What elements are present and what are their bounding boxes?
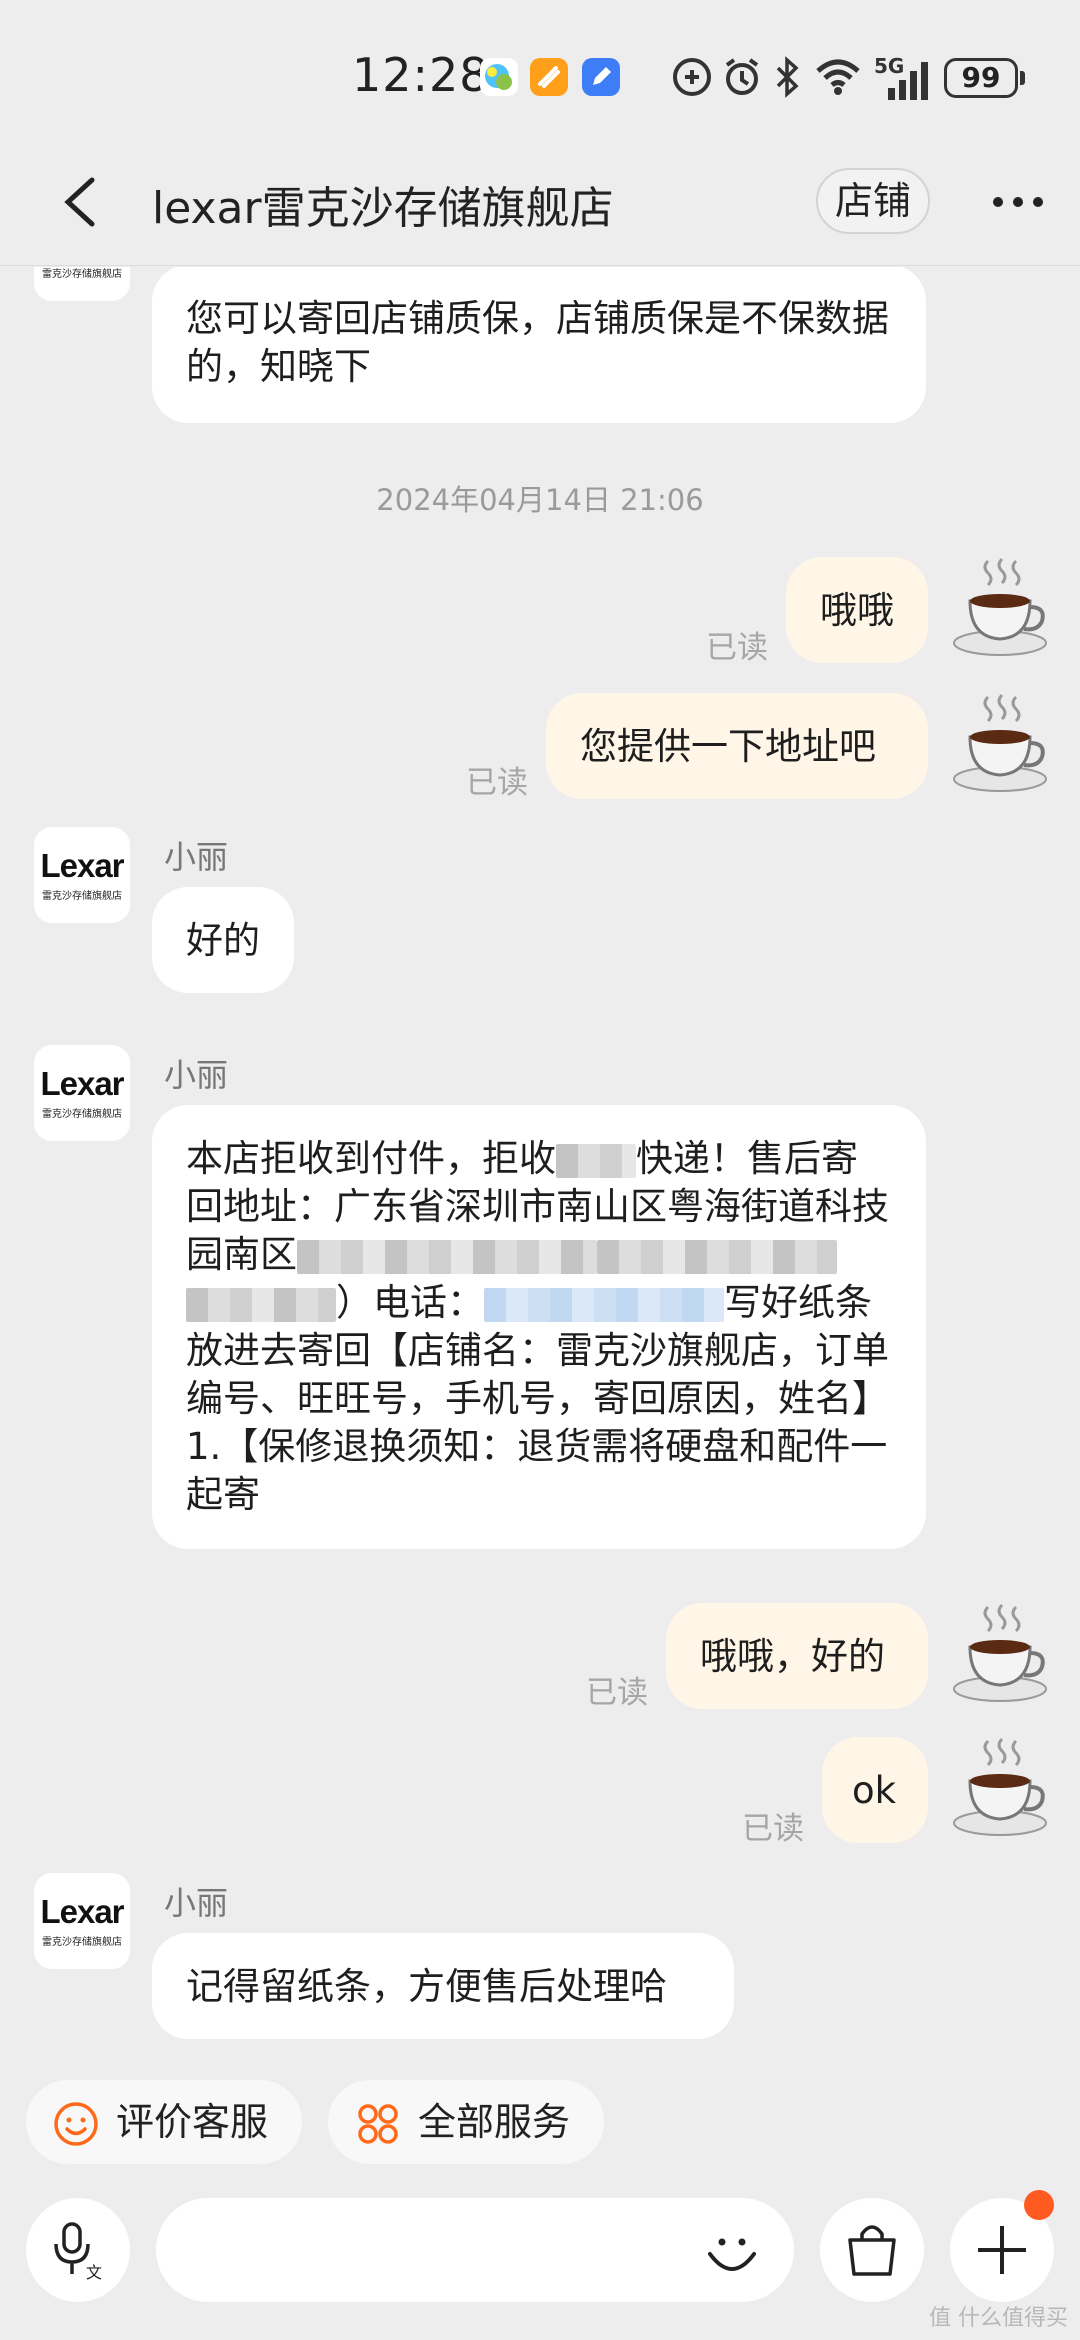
- plus-icon: [978, 2226, 1026, 2274]
- my-message-bubble[interactable]: 您提供一下地址吧: [546, 693, 928, 799]
- lexar-logo: Lexar: [40, 1065, 124, 1102]
- user-avatar-coffee-icon[interactable]: [948, 1735, 1052, 1839]
- message-input-bar: 文 值 什么值得买: [0, 2190, 1080, 2340]
- all-services-label: 全部服务: [418, 2100, 571, 2144]
- user-avatar-coffee-icon[interactable]: [948, 691, 1052, 795]
- message-bubble[interactable]: 好的: [152, 887, 294, 993]
- redacted-text: [597, 1239, 837, 1274]
- shopping-bag-icon: [848, 2225, 896, 2276]
- data-saver-icon: [673, 58, 711, 96]
- message-bubble[interactable]: 记得留纸条，方便售后处理哈: [152, 1933, 734, 2039]
- store-avatar[interactable]: Lexar 雷克沙存储旗舰店: [34, 1873, 130, 1969]
- store-avatar[interactable]: Lexar 雷克沙存储旗舰店: [34, 1045, 130, 1141]
- services-grid-icon: [358, 2104, 398, 2144]
- read-status: 已读: [706, 630, 768, 666]
- store-name-title: lexar雷克沙存储旗舰店: [152, 183, 614, 234]
- lexar-logo: Lexar: [40, 847, 124, 884]
- read-status: 已读: [586, 1675, 648, 1711]
- watermark: 值 什么值得买: [929, 2306, 1068, 2331]
- shop-button[interactable]: 店铺: [816, 168, 930, 234]
- rate-service-label: 评价客服: [116, 2100, 269, 2144]
- user-avatar-coffee-icon[interactable]: [948, 555, 1052, 659]
- sender-name: 小丽: [164, 1056, 229, 1094]
- status-bar: 12:28 5G 99: [0, 0, 1080, 150]
- sender-name: 小丽: [164, 838, 229, 876]
- redacted-text: [297, 1239, 597, 1274]
- rate-service-button[interactable]: 评价客服: [26, 2080, 302, 2164]
- more-options-icon[interactable]: [988, 178, 1048, 226]
- smile-icon: [54, 2102, 98, 2146]
- shopping-bag-button[interactable]: [820, 2198, 924, 2302]
- my-message-bubble[interactable]: ok: [822, 1737, 928, 1843]
- read-status: 已读: [742, 1811, 804, 1847]
- all-services-button[interactable]: 全部服务: [328, 2080, 604, 2164]
- avatar-subtitle: 雷克沙存储旗舰店: [42, 891, 122, 902]
- svg-text:文: 文: [86, 2263, 102, 2280]
- bluetooth-icon: [776, 56, 799, 98]
- chat-header: lexar雷克沙存储旗舰店 店铺: [0, 150, 1080, 266]
- status-time: 12:28: [352, 48, 490, 102]
- avatar-subtitle: 雷克沙存储旗舰店: [42, 269, 122, 280]
- message-bubble[interactable]: 本店拒收到付件，拒收 快递！售后寄回地址：广东省深圳市南山区粤海街道科技园南区）电…: [152, 1105, 926, 1549]
- voice-input-button[interactable]: 文: [26, 2198, 130, 2302]
- message-bubble[interactable]: 您可以寄回店铺质保，店铺质保是不保数据的，知晓下: [152, 267, 926, 423]
- avatar-subtitle: 雷克沙存储旗舰店: [42, 1109, 122, 1120]
- chat-message-list[interactable]: Lexar 雷克沙存储旗舰店 您可以寄回店铺质保，店铺质保是不保数据的，知晓下 …: [0, 267, 1080, 2067]
- message-text: 本店拒收到付件，拒收: [186, 1137, 556, 1180]
- message-input[interactable]: [156, 2198, 794, 2302]
- my-message-bubble[interactable]: 哦哦，好的: [666, 1603, 928, 1709]
- sender-name: 小丽: [164, 1884, 229, 1922]
- signal-icon: [888, 62, 928, 100]
- store-avatar[interactable]: Lexar 雷克沙存储旗舰店: [34, 267, 130, 301]
- avatar-subtitle: 雷克沙存储旗舰店: [42, 1937, 122, 1948]
- emoji-icon[interactable]: [700, 2220, 764, 2284]
- my-message-bubble[interactable]: 哦哦: [786, 557, 928, 663]
- alarm-icon: [725, 58, 759, 95]
- lexar-logo: Lexar: [40, 1893, 124, 1930]
- user-avatar-coffee-icon[interactable]: [948, 1601, 1052, 1705]
- message-text: ）电话：: [336, 1281, 484, 1324]
- redacted-text: [186, 1287, 336, 1322]
- notification-app-icon: [530, 58, 568, 96]
- chat-app-icon: [480, 58, 518, 96]
- read-status: 已读: [466, 765, 528, 801]
- message-timestamp: 2024年04月14日 21:06: [376, 483, 704, 517]
- redacted-text: [556, 1143, 636, 1178]
- redacted-phone: [484, 1287, 724, 1322]
- wifi-icon: [816, 59, 860, 95]
- back-arrow-icon[interactable]: [56, 174, 102, 230]
- notes-app-icon: [582, 58, 620, 96]
- battery-indicator: 99: [944, 58, 1025, 98]
- store-avatar[interactable]: Lexar 雷克沙存储旗舰店: [34, 827, 130, 923]
- microphone-icon: 文: [54, 2222, 102, 2280]
- notification-dot: [1024, 2190, 1054, 2220]
